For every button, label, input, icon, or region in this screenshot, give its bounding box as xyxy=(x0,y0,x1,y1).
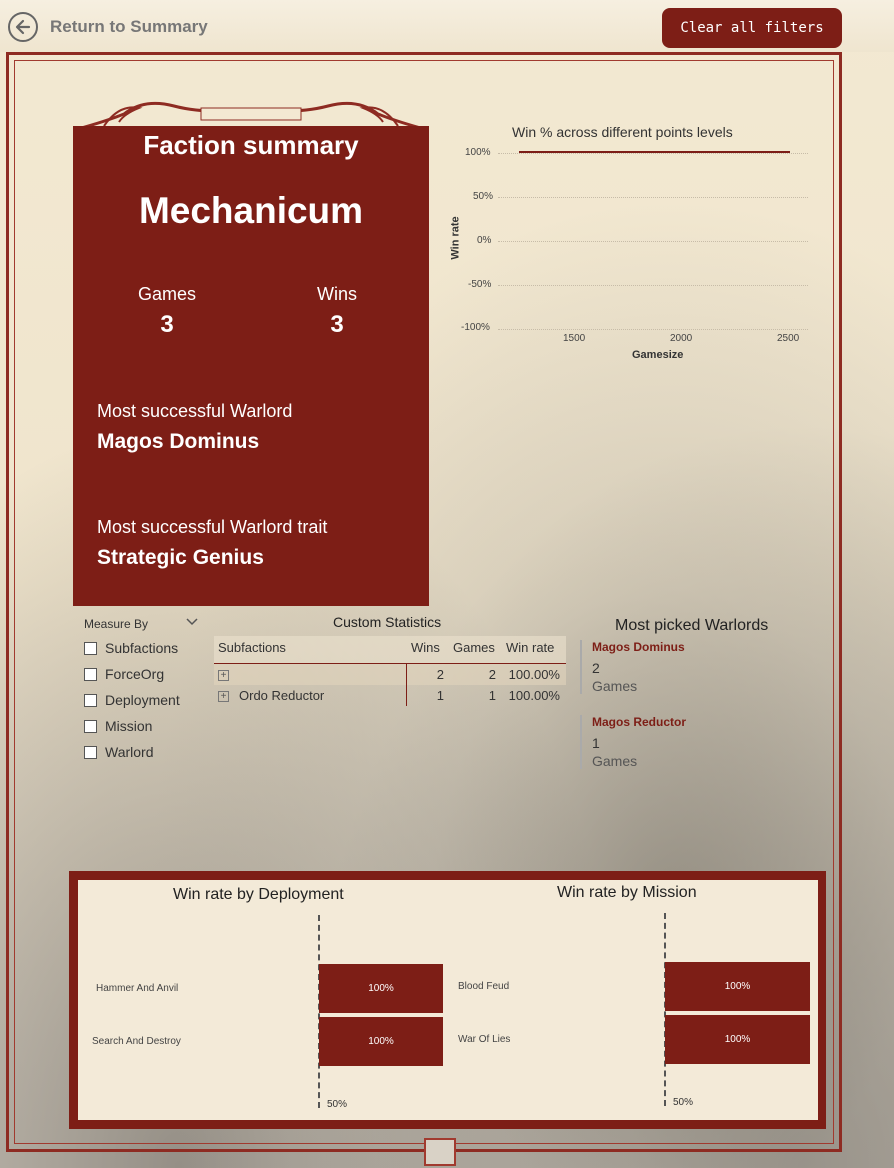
bar[interactable]: 100% xyxy=(665,962,810,1011)
faction-name: Mechanicum xyxy=(138,190,364,231)
table-header: Subfactions Wins Games Win rate xyxy=(214,636,566,664)
custom-statistics-table: Subfactions Wins Games Win rate + 2 2 10… xyxy=(214,636,566,706)
slicer-item-label: ForceOrg xyxy=(105,666,165,682)
y-tick-label: -50% xyxy=(468,279,492,290)
reference-line-label: 50% xyxy=(327,1099,348,1110)
cell-winrate: 100.00% xyxy=(508,667,560,682)
wins-stat: Wins 3 xyxy=(277,284,397,339)
y-tick-label: 0% xyxy=(477,235,492,246)
table-row[interactable]: + Ordo Reductor 1 1 100.00% xyxy=(214,685,566,706)
slicer-item-deployment[interactable]: Deployment xyxy=(84,692,180,708)
mission-chart-title: Win rate by Mission xyxy=(557,884,697,901)
warlord-name: Magos Dominus xyxy=(592,640,685,654)
gridline xyxy=(498,285,808,286)
gridline xyxy=(498,241,808,242)
warlord-name: Magos Reductor xyxy=(592,715,687,729)
slicer-item-mission[interactable]: Mission xyxy=(84,718,152,734)
cell-winrate: 100.00% xyxy=(508,688,560,703)
warlord-games-unit: Games xyxy=(592,753,638,769)
y-tick-label: 100% xyxy=(465,147,491,158)
warlord-trait-label: Most successful Warlord trait xyxy=(97,517,328,537)
cell-games: 2 xyxy=(488,667,496,682)
games-stat: Games 3 xyxy=(107,284,227,339)
warlord-games-value: 2 xyxy=(592,660,600,676)
measure-by-header: Measure By xyxy=(84,617,149,631)
slicer-item-subfactions[interactable]: Subfactions xyxy=(84,640,178,656)
expand-icon[interactable]: + xyxy=(218,670,229,682)
bar[interactable]: 100% xyxy=(319,964,443,1013)
chart-title: Win % across different points levels xyxy=(512,124,733,140)
reference-line-label: 50% xyxy=(673,1097,694,1108)
cell-wins: 2 xyxy=(436,667,444,682)
category-label: Hammer And Anvil xyxy=(96,983,179,994)
deployment-chart-title: Win rate by Deployment xyxy=(173,886,344,903)
warlord-trait-value: Strategic Genius xyxy=(97,546,264,569)
faction-summary-card: Faction summary Mechanicum Games 3 Wins … xyxy=(73,126,429,606)
checkbox[interactable] xyxy=(84,641,97,655)
y-tick-label: 50% xyxy=(473,191,494,202)
x-tick-label: 2000 xyxy=(670,333,693,344)
wins-label: Wins xyxy=(317,284,357,304)
card-title: Faction summary xyxy=(143,130,359,160)
bar-value-label: 100% xyxy=(368,1036,394,1047)
gridline xyxy=(498,153,808,154)
cell-name: Ordo Reductor xyxy=(239,688,325,703)
bar[interactable]: 100% xyxy=(319,1017,443,1066)
category-label: Blood Feud xyxy=(458,981,510,992)
arrow-left-icon xyxy=(8,12,38,42)
slicer-item-label: Deployment xyxy=(105,692,180,708)
slicer-item-warlord[interactable]: Warlord xyxy=(84,744,154,760)
chevron-down-icon[interactable] xyxy=(186,617,198,627)
expand-icon[interactable]: + xyxy=(218,691,229,703)
bar-value-label: 100% xyxy=(368,983,394,994)
games-label: Games xyxy=(137,284,197,304)
category-label: War Of Lies xyxy=(458,1034,511,1045)
slicer-item-label: Subfactions xyxy=(105,640,179,656)
wins-value: 3 xyxy=(330,311,344,338)
bar[interactable]: 100% xyxy=(665,1015,810,1064)
most-picked-warlords-title: Most picked Warlords xyxy=(615,617,769,634)
slicer-item-label: Mission xyxy=(105,718,153,734)
column-header[interactable]: Subfactions xyxy=(218,640,286,655)
slicer-item-forceorg[interactable]: ForceOrg xyxy=(84,666,164,682)
warlord-card[interactable]: Magos Reductor 1 Games xyxy=(580,715,720,769)
warlord-card[interactable]: Magos Dominus 2 Games xyxy=(580,640,720,694)
column-header[interactable]: Win rate xyxy=(506,640,554,655)
table-row[interactable]: + 2 2 100.00% xyxy=(214,664,566,685)
games-value: 3 xyxy=(160,311,174,338)
table-divider xyxy=(406,664,407,706)
checkbox[interactable] xyxy=(84,693,97,707)
warlord-label: Most successful Warlord xyxy=(97,401,293,421)
clear-all-filters-button[interactable]: Clear all filters xyxy=(662,8,842,48)
y-axis-label: Win rate xyxy=(449,216,462,260)
x-axis-label: Gamesize xyxy=(632,349,684,361)
cell-games: 1 xyxy=(488,688,496,703)
category-label: Search And Destroy xyxy=(92,1036,181,1047)
column-header[interactable]: Wins xyxy=(411,640,440,655)
gridline xyxy=(498,197,808,198)
slicer-item-label: Warlord xyxy=(105,744,154,760)
column-header[interactable]: Games xyxy=(453,640,495,655)
checkbox[interactable] xyxy=(84,719,97,733)
custom-statistics-title: Custom Statistics xyxy=(333,614,442,630)
return-to-summary-label: Return to Summary xyxy=(50,17,208,36)
x-tick-label: 2500 xyxy=(777,333,800,344)
gridline xyxy=(498,329,808,330)
return-to-summary-button[interactable]: Return to Summary xyxy=(8,12,208,42)
frame-ornament xyxy=(424,1138,456,1166)
bar-value-label: 100% xyxy=(724,981,751,992)
warlord-games-value: 1 xyxy=(592,735,600,751)
y-tick-label: -100% xyxy=(461,322,490,333)
checkbox[interactable] xyxy=(84,667,97,681)
warlord-games-unit: Games xyxy=(592,678,638,694)
bar-value-label: 100% xyxy=(724,1034,751,1045)
warlord-value: Magos Dominus xyxy=(97,430,260,453)
checkbox[interactable] xyxy=(84,745,97,759)
x-tick-label: 1500 xyxy=(563,333,586,344)
cell-wins: 1 xyxy=(436,688,444,703)
